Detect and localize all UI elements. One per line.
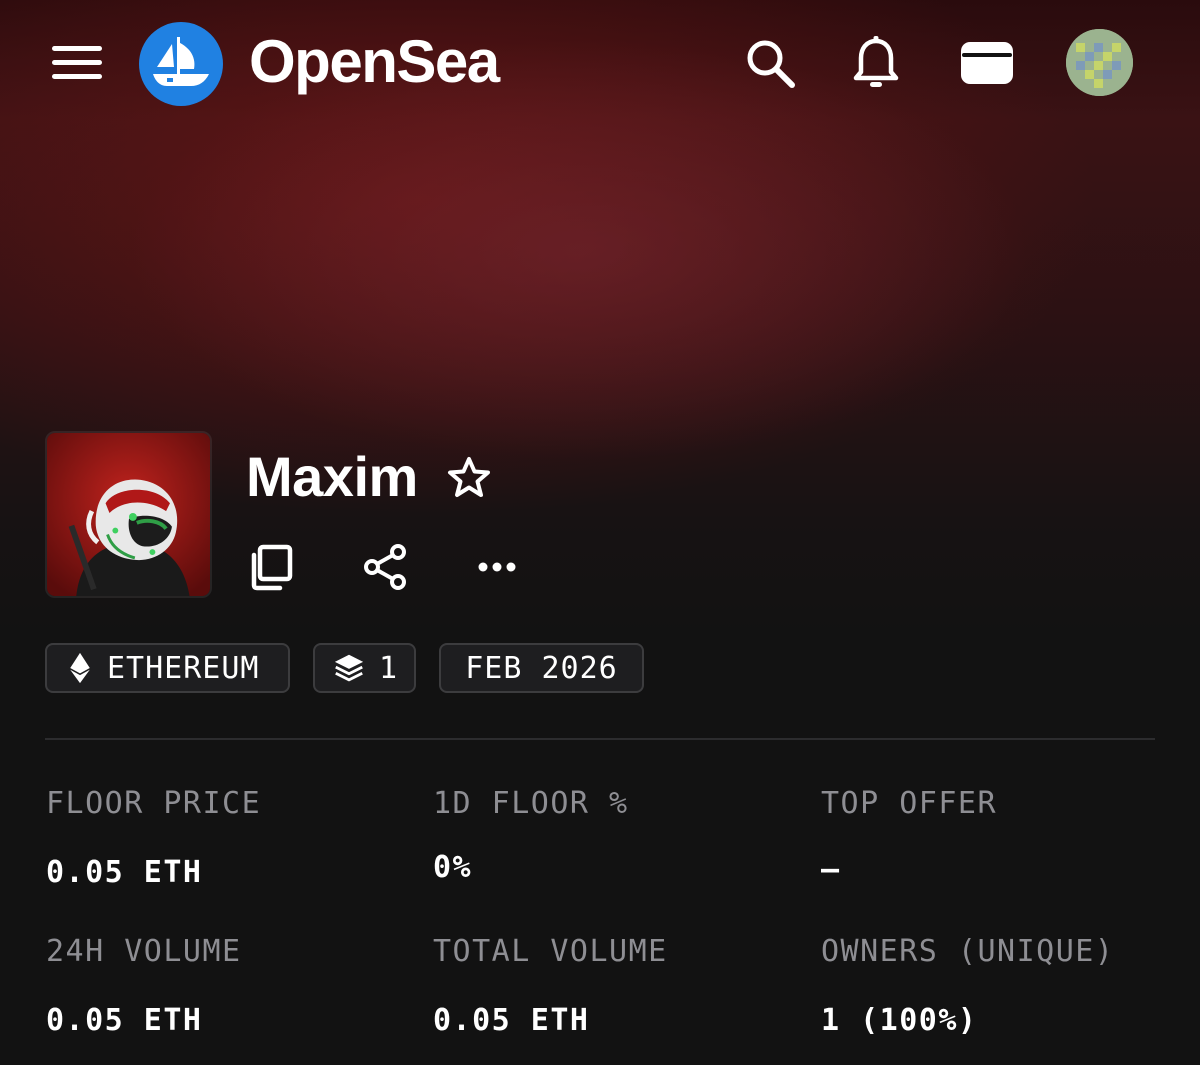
- brand-name[interactable]: OpenSea: [249, 27, 500, 97]
- menu-icon-line: [52, 60, 102, 65]
- chain-label: ETHEREUM: [107, 650, 260, 686]
- layers-icon: [334, 654, 364, 682]
- collection-title: Maxim: [246, 445, 418, 508]
- copy-icon[interactable]: [246, 541, 298, 593]
- more-icon[interactable]: [471, 541, 523, 593]
- stat-label-owners: OWNERS (UNIQUE): [821, 934, 1115, 969]
- stat-value-owners: 1 (100%): [821, 1003, 978, 1038]
- stat-label-1d-floor: 1D FLOOR %: [433, 786, 629, 821]
- items-count-chip[interactable]: 1: [313, 643, 416, 693]
- menu-icon-line: [52, 46, 102, 51]
- stat-value-total-volume: 0.05 ETH: [433, 1003, 590, 1038]
- collection-page: OpenSea Maxim ETHEREUM 1 FEB 2026 FLOOR …: [0, 0, 1200, 1065]
- star-favorite-icon[interactable]: [443, 452, 495, 504]
- stat-label-24h-volume: 24H VOLUME: [46, 934, 242, 969]
- share-icon[interactable]: [359, 541, 411, 593]
- created-date-chip[interactable]: FEB 2026: [439, 643, 644, 693]
- bell-icon[interactable]: [847, 34, 905, 92]
- chain-chip[interactable]: ETHEREUM: [45, 643, 290, 693]
- section-divider: [45, 738, 1155, 740]
- stat-value-top-offer: –: [821, 852, 841, 887]
- opensea-logo-icon[interactable]: [139, 22, 223, 106]
- menu-icon-line: [52, 74, 102, 79]
- menu-button[interactable]: [50, 44, 106, 82]
- wallet-icon[interactable]: [958, 34, 1016, 92]
- ethereum-icon: [70, 652, 90, 684]
- avatar[interactable]: [1066, 29, 1133, 96]
- search-icon[interactable]: [741, 34, 799, 92]
- stat-label-top-offer: TOP OFFER: [821, 786, 998, 821]
- stat-label-total-volume: TOTAL VOLUME: [433, 934, 668, 969]
- top-nav: OpenSea: [0, 0, 1200, 125]
- stat-value-1d-floor: 0%: [433, 850, 473, 885]
- stat-value-24h-volume: 0.05 ETH: [46, 1003, 203, 1038]
- collection-image: [45, 431, 212, 598]
- created-date-label: FEB 2026: [465, 650, 618, 686]
- stat-value-floor-price: 0.05 ETH: [46, 855, 203, 890]
- stat-label-floor-price: FLOOR PRICE: [46, 786, 262, 821]
- items-count-label: 1: [379, 650, 399, 686]
